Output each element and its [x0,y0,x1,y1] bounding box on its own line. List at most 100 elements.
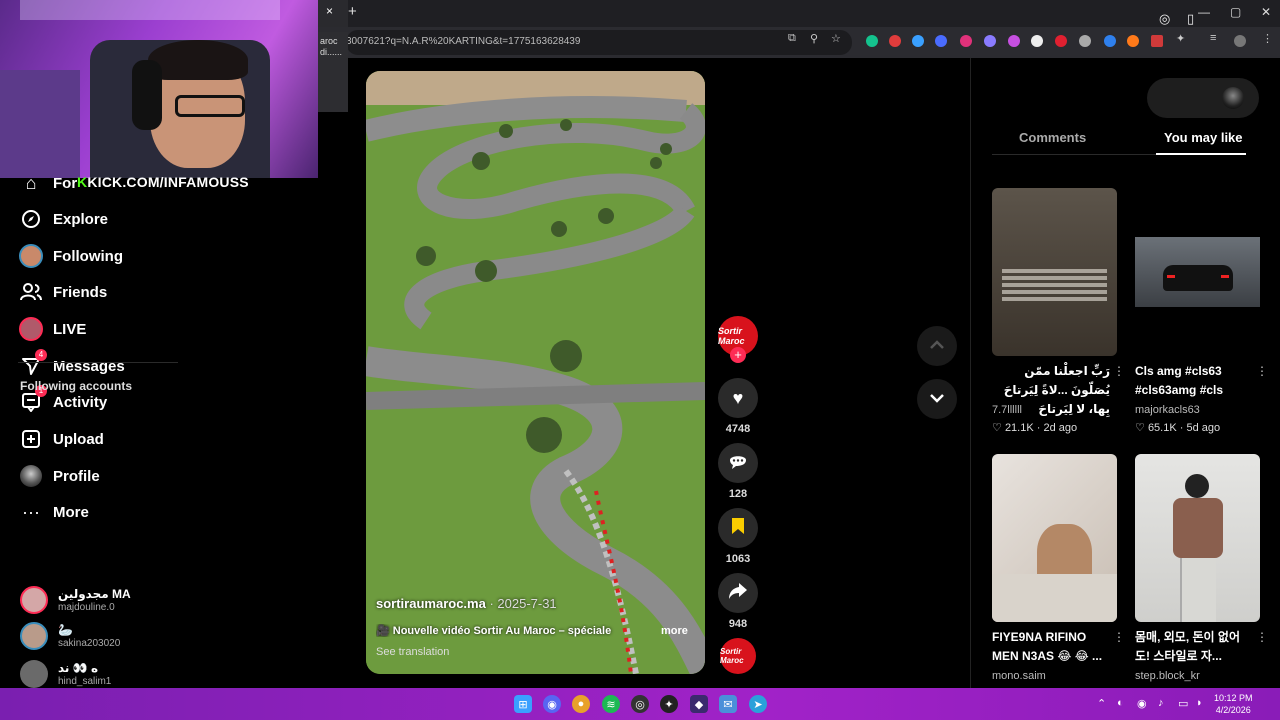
card-author[interactable]: mono.saim [992,670,1046,682]
start-menu-icon[interactable]: ⊞ [514,695,532,713]
tray-mic-icon[interactable]: ♪ [1158,697,1164,709]
tray-discord-icon[interactable]: ◉ [1137,697,1147,710]
more-options-icon[interactable]: ⋮ [1256,630,1268,644]
comment-button[interactable] [718,443,758,483]
system-clock[interactable]: 10:12 PM 4/2/2026 [1214,692,1253,716]
install-icon[interactable]: ⧉ [788,32,796,45]
new-tab-button[interactable]: + [348,3,357,20]
card-title[interactable]: Cls amg #cls63 #cls63amg #cls [1135,362,1253,400]
app-icon[interactable]: ◆ [690,695,708,713]
tab-you-may-like[interactable]: You may like [1164,130,1243,145]
card-author[interactable]: step.block_kr [1135,670,1200,682]
telegram-icon[interactable]: ➤ [749,695,767,713]
profile-avatar-icon[interactable] [1234,35,1246,47]
app-icon[interactable]: ✦ [660,695,678,713]
next-video-button[interactable] [917,379,957,419]
video-player[interactable]: sortiraumaroc.ma · 2025-7-31 🎥 Nouvelle … [366,71,705,674]
comment-count: 128 [728,488,748,500]
extension-icon[interactable] [912,35,924,47]
extension-icon[interactable] [1079,35,1091,47]
more-options-icon[interactable]: ⋮ [1256,364,1268,378]
close-window-icon[interactable]: ✕ [1261,5,1271,19]
sidebar-item-messages[interactable]: 4 Messages [18,349,298,381]
webcam-overlay [0,0,318,178]
windows-taskbar: ⊞ ◉ ● ≋ ◎ ✦ ◆ ✉ ➤ ⌃ ◐ ◉ ♪ ▭ ◗ 10:12 PM 4… [0,688,1280,720]
spotify-icon[interactable]: ≋ [602,695,620,713]
tray-volume-icon[interactable]: ◗ [1196,697,1203,709]
card-title[interactable]: 몸매, 외모, 돈이 없어도! 스타일로 자... [1135,628,1253,666]
card-author[interactable]: 7.7llllll [992,404,1022,416]
blanket-shape [992,574,1117,622]
tray-network-icon[interactable]: ▭ [1178,697,1188,710]
compass-icon[interactable]: ◎ [1159,11,1170,27]
card-author[interactable]: majorkacls63 [1135,404,1200,416]
card-title[interactable]: FIYE9NA RIFINO MEN N3AS 😂 😂 ... [992,628,1110,666]
follow-button[interactable]: + [730,347,746,363]
tab-comments[interactable]: Comments [1019,130,1086,145]
browser-menu-icon[interactable]: ⋮ [1262,32,1273,45]
sidebar-item-more[interactable]: ··· More [18,497,298,527]
following-account-item[interactable]: ه 👀 ند hind_salim1 [20,660,220,690]
extension-icon[interactable] [1104,35,1116,47]
discord-icon[interactable]: ◉ [543,695,561,713]
obs-icon[interactable]: ◎ [631,695,649,713]
extension-icon[interactable] [1031,35,1043,47]
following-account-item[interactable]: 🦢 sakina203020 [20,622,220,652]
bookmark-star-icon[interactable]: ☆ [831,32,841,45]
share-button[interactable] [718,573,758,613]
music-disc[interactable]: Sortir Maroc [720,638,756,674]
close-tab-icon[interactable]: × [326,4,333,18]
video-thumbnail[interactable] [992,188,1117,356]
more-options-icon[interactable]: ⋮ [1113,364,1125,378]
active-tab-indicator [1156,153,1246,155]
phone-icon[interactable]: ▯ [1187,11,1194,27]
sidebar-item-live[interactable]: LIVE [18,314,298,344]
sidebar-item-friends[interactable]: Friends [18,277,298,307]
reading-list-icon[interactable]: ≡ [1210,32,1216,44]
minimize-icon[interactable]: — [1198,5,1210,19]
video-author[interactable]: sortiraumaroc.ma · 2025-7-31 [376,596,557,611]
home-icon: ⌂ [25,172,37,193]
extension-icon[interactable] [866,35,878,47]
extensions-puzzle-icon[interactable]: ✦ [1176,32,1185,45]
extension-icon[interactable] [935,35,947,47]
video-thumbnail[interactable] [1135,454,1260,622]
chrome-icon[interactable]: ● [572,695,590,713]
like-button[interactable]: ♥ [718,378,758,418]
tray-app-icon[interactable]: ◐ [1117,697,1124,709]
sidebar-item-following[interactable]: Following [18,241,298,271]
sidebar-item-upload[interactable]: Upload [18,424,298,454]
sidebar-item-profile[interactable]: Profile [18,461,298,491]
extension-icon[interactable] [889,35,901,47]
video-thumbnail[interactable] [1135,188,1260,356]
see-translation-link[interactable]: See translation [376,646,449,658]
clock-time: 10:12 PM [1214,693,1253,703]
extension-icon[interactable] [960,35,972,47]
friends-icon [18,279,44,305]
extension-icon[interactable] [984,35,996,47]
previous-video-button[interactable] [917,326,957,366]
mail-icon[interactable]: ✉ [719,695,737,713]
address-bar[interactable]: 3007621?q=N.A.R%20KARTING&t=177516362843… [346,30,852,55]
video-username[interactable]: sortiraumaroc.ma [376,596,486,611]
extension-icon[interactable] [1151,35,1163,47]
zoom-icon[interactable]: ⚲ [810,32,818,45]
url-text[interactable]: 3007621?q=N.A.R%20KARTING&t=177516362843… [346,36,580,47]
maximize-icon[interactable]: ▢ [1230,5,1241,19]
extension-icon[interactable] [1008,35,1020,47]
cam-light [20,0,280,20]
following-account-item[interactable]: مجدولين MA majdouline.0 [20,586,220,616]
active-tab[interactable]: × [318,0,348,27]
sidebar-item-explore[interactable]: Explore [18,204,298,234]
account-handle: hind_salim1 [58,676,112,687]
car-photo [1135,237,1260,307]
thumbnail-arabic-text [1002,266,1107,316]
tray-chevron-icon[interactable]: ⌃ [1097,697,1106,710]
extension-icon[interactable] [1127,35,1139,47]
more-options-icon[interactable]: ⋮ [1113,630,1125,644]
video-thumbnail[interactable] [992,454,1117,622]
caption-more-button[interactable]: more [661,625,688,637]
avatar[interactable] [1222,87,1244,109]
save-button[interactable] [718,508,758,548]
extension-icon[interactable] [1055,35,1067,47]
